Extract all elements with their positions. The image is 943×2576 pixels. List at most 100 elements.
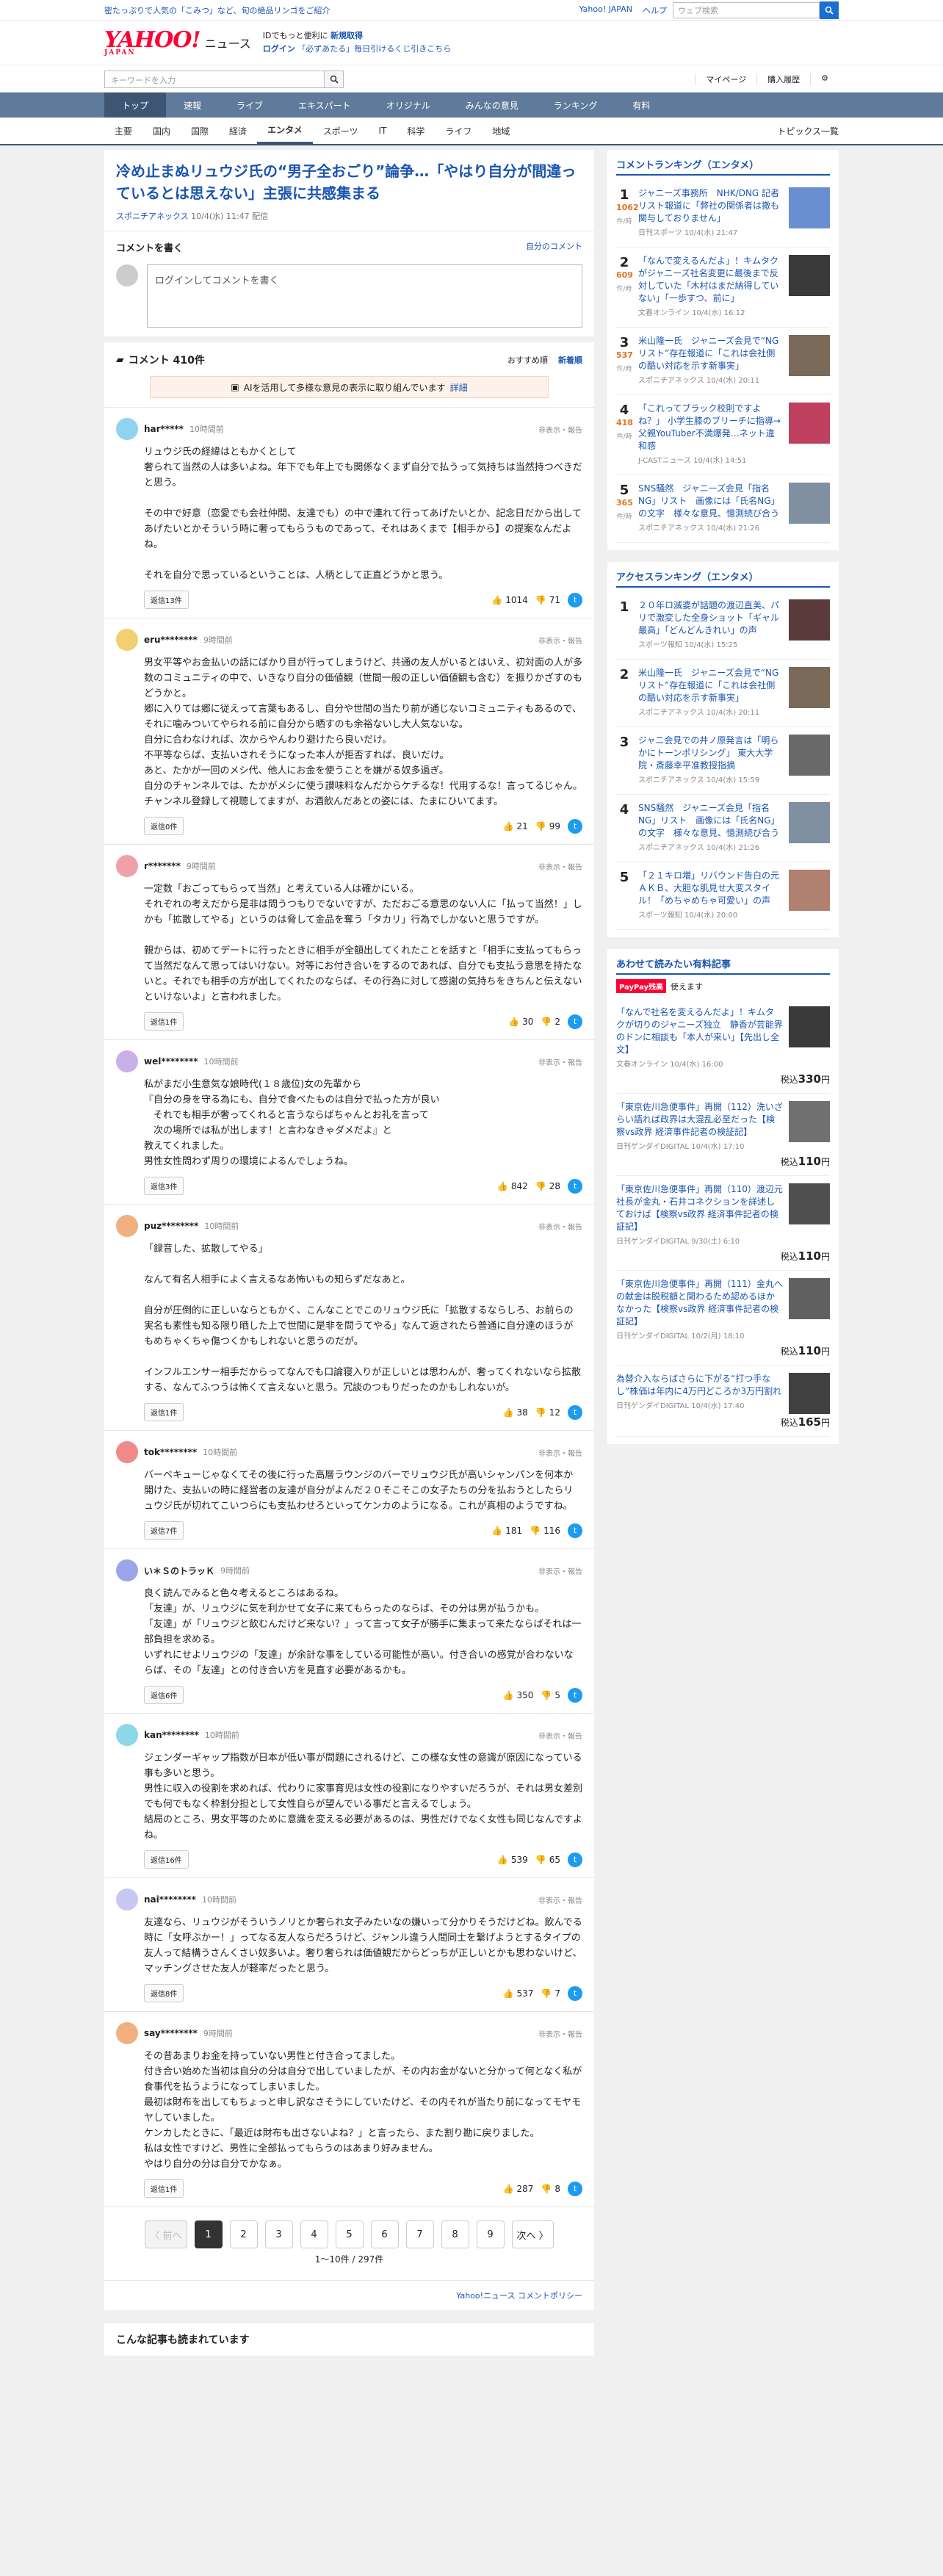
- reply-button[interactable]: 返信0件: [144, 817, 184, 835]
- paid-article-title[interactable]: 「東京佐川急便事件」再開（110）渡辺元社長が金丸・石井コネクションを詳述してお…: [616, 1184, 783, 1232]
- ranking-title[interactable]: SNS騒然 ジャニーズ会見「指名NG」リスト 画像には「氏名NG」の文字 様々な…: [638, 483, 780, 519]
- twitter-share-icon[interactable]: t: [568, 1852, 582, 1867]
- comment-user[interactable]: nai********: [144, 1894, 196, 1905]
- comment-user[interactable]: har*****: [144, 424, 184, 434]
- twitter-share-icon[interactable]: t: [568, 818, 582, 834]
- report-link[interactable]: 非表示・報告: [538, 861, 582, 872]
- top-promo-link[interactable]: 密たっぷりで人気の「こみつ」など、旬の絶品リンゴをご紹介: [104, 4, 579, 16]
- thumbs-up-button[interactable]: 👍 350: [503, 1690, 534, 1700]
- category-tab[interactable]: IT: [368, 118, 397, 144]
- paid-article-title[interactable]: 「東京佐川急便事件」再開（112）洗いざらい語れば政界は大混乱必至だった【検察v…: [616, 1102, 783, 1137]
- category-tab[interactable]: 主要: [104, 118, 142, 144]
- twitter-share-icon[interactable]: t: [568, 1985, 582, 2001]
- reply-button[interactable]: 返信8件: [144, 1984, 184, 2002]
- gear-icon[interactable]: ⚙: [810, 73, 839, 85]
- mypage-link[interactable]: マイページ: [695, 73, 756, 85]
- news-service-name[interactable]: ニュース: [205, 34, 251, 51]
- yahoo-japan-link[interactable]: Yahoo! JAPAN: [579, 4, 632, 16]
- comment-policy-link[interactable]: Yahoo!ニュース コメントポリシー: [104, 2280, 594, 2310]
- report-link[interactable]: 非表示・報告: [538, 1565, 582, 1576]
- thumbs-down-button[interactable]: 👎 116: [530, 1526, 560, 1536]
- paid-article-item[interactable]: 「東京佐川急便事件」再開（112）洗いざらい語れば政界は大混乱必至だった【検察v…: [616, 1094, 830, 1176]
- nav-tab[interactable]: 速報: [166, 93, 219, 118]
- comment-user[interactable]: say********: [144, 2028, 198, 2038]
- ranking-title[interactable]: ２０年ロ滅婆が話題の渡辺直美、パリで激変した全身ショット「ギャル最高」「どんどん…: [638, 600, 779, 635]
- thumbs-down-button[interactable]: 👎 65: [535, 1855, 560, 1865]
- ranking-thumbnail[interactable]: [789, 255, 830, 296]
- topics-list-link[interactable]: トピックス一覧: [777, 125, 839, 137]
- report-link[interactable]: 非表示・報告: [538, 635, 582, 646]
- purchase-history-link[interactable]: 購入履歴: [756, 73, 810, 85]
- category-tab[interactable]: ライフ: [435, 118, 482, 144]
- my-comments-link[interactable]: 自分のコメント: [526, 240, 582, 254]
- thumbs-up-button[interactable]: 👍 21: [503, 821, 528, 831]
- thumbs-up-button[interactable]: 👍 537: [503, 1988, 534, 1999]
- page-button[interactable]: 2: [229, 2220, 258, 2248]
- ranking-item[interactable]: 3 537 件/時 米山隆一氏 ジャニーズ会見で“NGリスト”存在報道に「これは会社側…: [616, 328, 830, 395]
- reply-button[interactable]: 返信1件: [144, 1012, 184, 1031]
- report-link[interactable]: 非表示・報告: [538, 1730, 582, 1741]
- ranking-thumbnail[interactable]: [789, 599, 830, 641]
- sort-newest[interactable]: 新着順: [558, 354, 582, 366]
- paid-article-thumbnail[interactable]: [789, 1183, 830, 1224]
- ranking-item[interactable]: 2 米山隆一氏 ジャニーズ会見で“NGリスト”存在報道に「これは会社側の酷い対応を…: [616, 660, 830, 727]
- ranking-item[interactable]: 1 ２０年ロ滅婆が話題の渡辺直美、パリで激変した全身ショット「ギャル最高」「どんど…: [616, 592, 830, 660]
- twitter-share-icon[interactable]: t: [568, 1523, 582, 1538]
- thumbs-up-button[interactable]: 👍 539: [497, 1855, 528, 1865]
- reply-button[interactable]: 返信1件: [144, 1403, 184, 1421]
- ranking-title[interactable]: 「これってブラック校則ですよね？」 小学生膝のブリーチに指導→父親YouTube…: [638, 403, 781, 451]
- paid-article-title[interactable]: 「東京佐川急便事件」再開（111）金丸への献金は脱税額と関わるため認めるほかなか…: [616, 1279, 783, 1327]
- page-button[interactable]: 9: [476, 2220, 505, 2248]
- thumbs-up-button[interactable]: 👍 181: [491, 1526, 522, 1536]
- category-tab[interactable]: スポーツ: [313, 118, 369, 144]
- report-link[interactable]: 非表示・報告: [538, 1056, 582, 1067]
- ranking-title[interactable]: ジャニーズ事務所 NHK/DNG 記者リスト報道に「弊社の関係者は撤も関与してお…: [638, 188, 779, 223]
- comment-user[interactable]: tok********: [144, 1447, 197, 1457]
- report-link[interactable]: 非表示・報告: [538, 1894, 582, 1905]
- ranking-item[interactable]: 5 「２１キロ増」リバウンド告白の元ＡＫＢ、大胆な肌見せ大変スタイル！「めちゃめち…: [616, 862, 830, 930]
- ranking-title[interactable]: 「なんで変えるんだよ」！キムタクがジャニーズ社名変更に最後まで反対していた「木村…: [638, 256, 778, 303]
- ranking-thumbnail[interactable]: [789, 335, 830, 376]
- report-link[interactable]: 非表示・報告: [538, 2028, 582, 2039]
- twitter-share-icon[interactable]: t: [568, 592, 582, 607]
- thumbs-up-button[interactable]: 👍 38: [503, 1407, 528, 1418]
- ranking-item[interactable]: 4 SNS騒然 ジャニーズ会見「指名NG」リスト 画像には「氏名NG」の文字 様々…: [616, 795, 830, 862]
- comment-user[interactable]: puz********: [144, 1221, 198, 1231]
- report-link[interactable]: 非表示・報告: [538, 1447, 582, 1458]
- nav-tab[interactable]: 有料: [615, 93, 668, 118]
- lottery-link[interactable]: 「必ずあたる」毎日引けるくじ引きこちら: [297, 44, 451, 54]
- paid-article-title[interactable]: 為替介入ならばさらに下がる“打つ手なし”株価は年内に4万円どころか3万円割れ: [616, 1374, 781, 1396]
- category-tab[interactable]: 国際: [181, 118, 219, 144]
- ranking-item[interactable]: 1 1062 件/時 ジャニーズ事務所 NHK/DNG 記者リスト報道に「弊社の関係者…: [616, 180, 830, 248]
- ranking-thumbnail[interactable]: [789, 667, 830, 708]
- reply-button[interactable]: 返信6件: [144, 1686, 184, 1704]
- ranking-thumbnail[interactable]: [789, 802, 830, 843]
- thumbs-up-button[interactable]: 👍 30: [508, 1017, 533, 1027]
- ranking-item[interactable]: 2 609 件/時 「なんで変えるんだよ」！キムタクがジャニーズ社名変更に最後まで反対…: [616, 248, 830, 328]
- category-tab[interactable]: 国内: [142, 118, 181, 144]
- ranking-thumbnail[interactable]: [789, 870, 830, 911]
- category-tab[interactable]: 経済: [219, 118, 257, 144]
- nav-tab[interactable]: みんなの意見: [448, 93, 536, 118]
- paid-article-thumbnail[interactable]: [789, 1278, 830, 1319]
- category-tab[interactable]: エンタメ: [257, 118, 313, 144]
- ranking-title[interactable]: ジャニ会見での井ノ原発言は「明らかにトーンポリシング」 東大大学院・斎藤幸平准教…: [638, 735, 778, 771]
- nav-tab[interactable]: トップ: [104, 93, 167, 118]
- page-button[interactable]: 3: [264, 2220, 293, 2248]
- web-search-input[interactable]: ウェブ検索: [673, 2, 820, 18]
- ranking-title[interactable]: 米山隆一氏 ジャニーズ会見で“NGリスト”存在報道に「これは会社側の酷い対応を示…: [638, 668, 778, 703]
- comment-input[interactable]: ログインしてコメントを書く: [147, 264, 582, 328]
- ranking-thumbnail[interactable]: [789, 403, 830, 444]
- help-link[interactable]: ヘルプ: [643, 4, 667, 16]
- comment-user[interactable]: い＊ＳのトラッＫ: [144, 1565, 214, 1577]
- thumbs-down-button[interactable]: 👎 2: [541, 1017, 560, 1027]
- reply-button[interactable]: 返信13件: [144, 591, 189, 609]
- twitter-share-icon[interactable]: t: [568, 1178, 582, 1194]
- reply-button[interactable]: 返信16件: [144, 1850, 189, 1869]
- ranking-thumbnail[interactable]: [789, 483, 830, 524]
- nav-tab[interactable]: ランキング: [536, 93, 615, 118]
- keyword-input[interactable]: キーワードを入力: [104, 71, 325, 88]
- ranking-title[interactable]: 米山隆一氏 ジャニーズ会見で“NGリスト”存在報道に「これは会社側の酷い対応を示…: [638, 336, 778, 371]
- paid-article-title[interactable]: 「なんで社名を変えるんだよ」！キムタクが切りのジャニーズ独立 静香が芸能界のドン…: [616, 1007, 783, 1055]
- next-page-button[interactable]: 次へ 〉: [511, 2220, 554, 2248]
